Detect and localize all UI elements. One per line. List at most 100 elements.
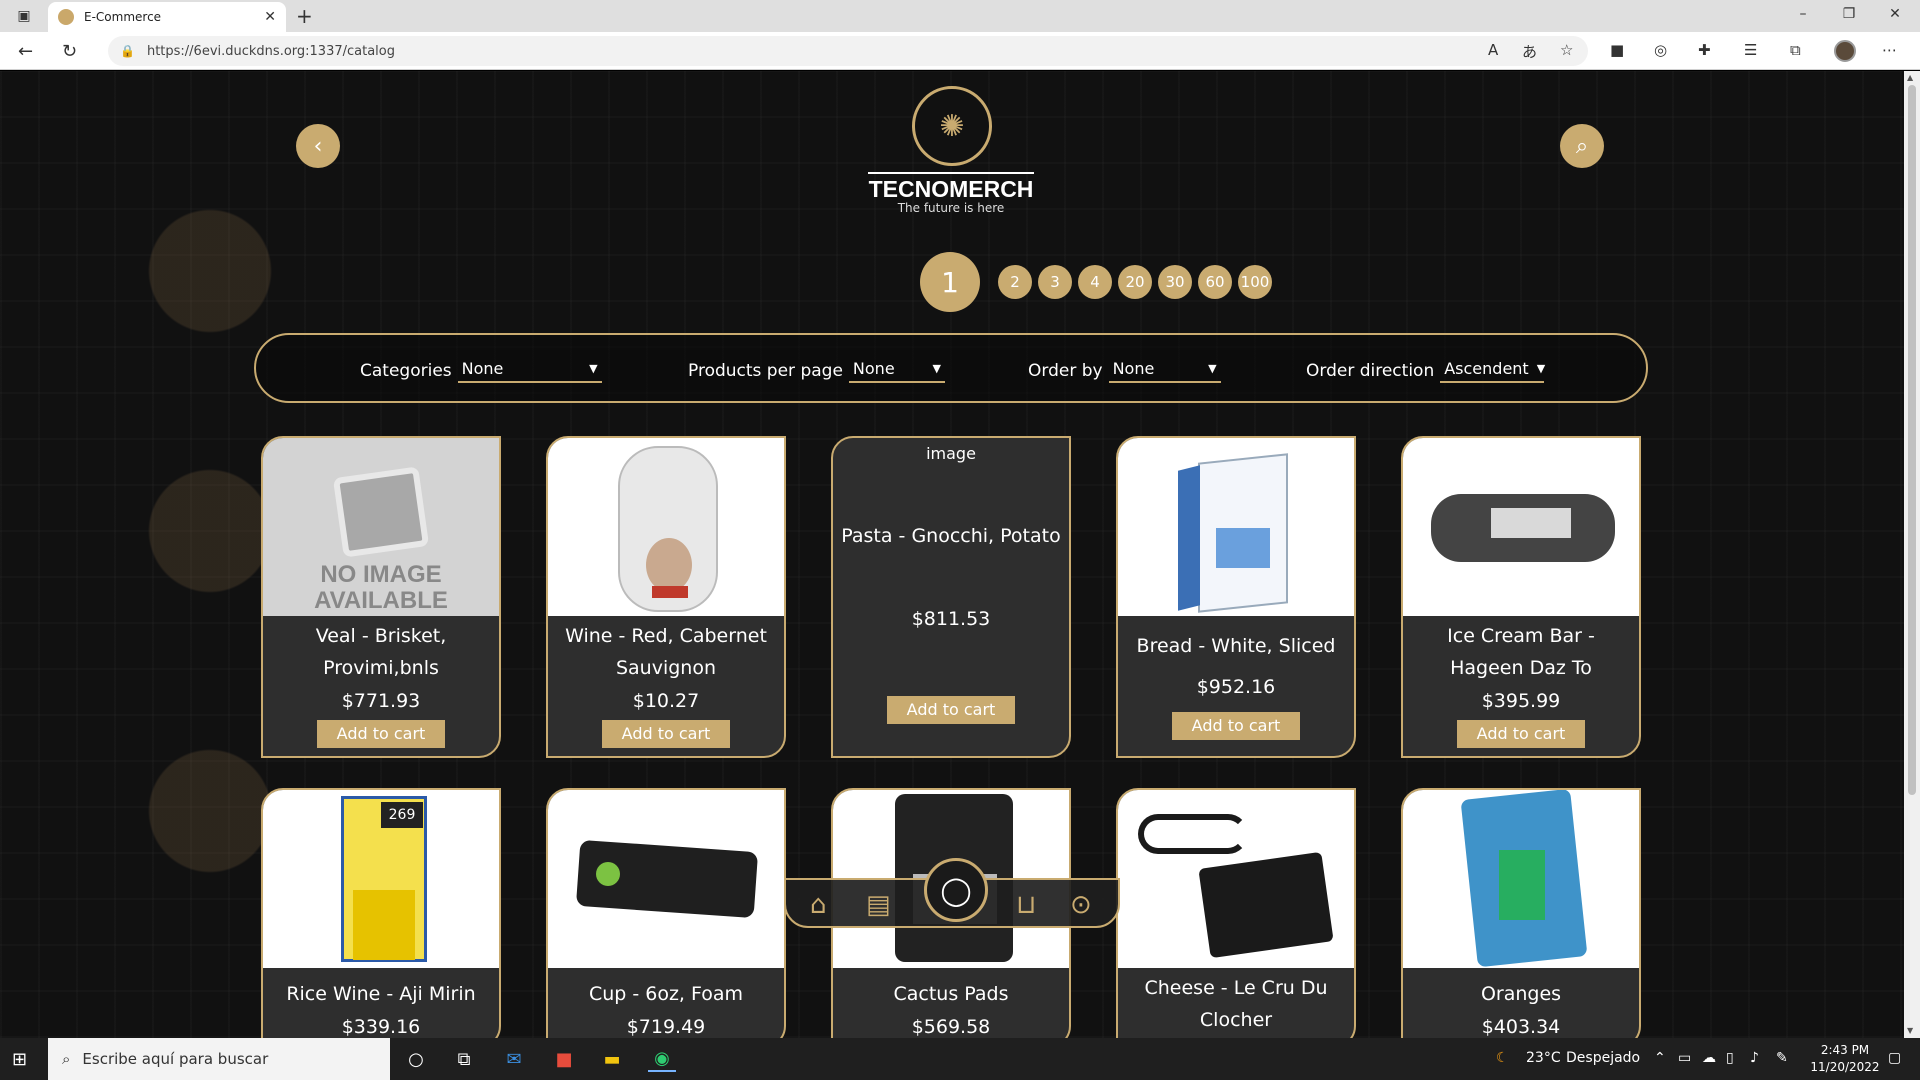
add-to-cart-button[interactable]: Add to cart bbox=[1172, 712, 1300, 740]
address-bar[interactable]: 🔒 https://6evi.duckdns.org:1337/catalog bbox=[108, 36, 1588, 66]
edge-browser-icon[interactable]: ◉ bbox=[648, 1046, 676, 1072]
pen-icon[interactable]: ✎ bbox=[1776, 1050, 1788, 1066]
per-page-select[interactable]: None ▼ bbox=[848, 359, 945, 383]
extensions-puzzle-icon[interactable]: ✚ bbox=[1698, 41, 1711, 59]
refresh-icon[interactable]: ↻ bbox=[62, 41, 77, 62]
minimize-icon[interactable]: – bbox=[1780, 6, 1826, 22]
box-art-icon bbox=[1216, 528, 1270, 568]
scroll-up-icon[interactable]: ▲ bbox=[1907, 73, 1913, 82]
page-button[interactable]: 3 bbox=[1038, 265, 1072, 299]
product-card[interactable]: 269 Rice Wine - Aji Mirin $339.16 bbox=[261, 788, 501, 1038]
product-image bbox=[1118, 438, 1354, 616]
add-to-cart-button[interactable]: Add to cart bbox=[602, 720, 730, 748]
catalog-book-icon[interactable]: ▤ bbox=[866, 890, 891, 920]
per-page-label: Products per page bbox=[688, 361, 843, 381]
order-direction-select[interactable]: Ascendent ▼ bbox=[1440, 359, 1546, 383]
page-button[interactable]: 30 bbox=[1158, 265, 1192, 299]
product-card[interactable]: Wine - Red, Cabernet Sauvignon $10.27 Ad… bbox=[546, 436, 786, 758]
product-card[interactable]: NO IMAGE AVAILABLE Veal - Brisket, Provi… bbox=[261, 436, 501, 758]
brand-tagline: The future is here bbox=[897, 201, 1005, 215]
weather-icon[interactable]: ☾ bbox=[1496, 1050, 1509, 1066]
collections-icon[interactable]: ⧉ bbox=[1790, 41, 1801, 59]
chevron-down-icon: ▼ bbox=[1208, 362, 1217, 375]
filter-bar: Categories None ▼ Products per page None… bbox=[254, 333, 1648, 403]
product-image: image bbox=[833, 438, 1069, 528]
user-profile-icon[interactable]: ◯ bbox=[924, 858, 988, 922]
product-card[interactable]: image Pasta - Gnocchi, Potato $811.53 Ad… bbox=[831, 436, 1071, 758]
product-price: $339.16 bbox=[341, 1016, 421, 1038]
cart-icon[interactable]: ⊔ bbox=[1016, 890, 1036, 920]
windows-start-icon[interactable]: ⊞ bbox=[12, 1049, 27, 1070]
browser-tab[interactable]: E-Commerce ✕ bbox=[48, 2, 286, 32]
taskbar-search[interactable]: ⌕ Escribe aquí para buscar bbox=[48, 1038, 390, 1080]
file-explorer-icon[interactable]: ▬ bbox=[598, 1046, 626, 1072]
product-card[interactable]: Bread - White, Sliced $952.16 Add to car… bbox=[1116, 436, 1356, 758]
product-image: 269 bbox=[263, 790, 499, 968]
order-direction-filter: Order direction Ascendent ▼ bbox=[1306, 359, 1546, 383]
more-options-icon[interactable]: ⊙ bbox=[1070, 890, 1092, 920]
back-arrow-icon[interactable]: ‹ bbox=[296, 124, 340, 168]
add-to-cart-button[interactable]: Add to cart bbox=[1457, 720, 1585, 748]
battery-icon[interactable]: ▯ bbox=[1726, 1050, 1734, 1066]
tray-chevron-icon[interactable]: ⌃ bbox=[1654, 1050, 1666, 1066]
product-image: NO IMAGE AVAILABLE bbox=[263, 438, 499, 616]
office-icon[interactable]: ■ bbox=[550, 1046, 578, 1072]
product-card[interactable]: Cheese - Le Cru Du Clocher bbox=[1116, 788, 1356, 1038]
page-button[interactable]: 60 bbox=[1198, 265, 1232, 299]
product-price: $569.58 bbox=[911, 1016, 991, 1038]
taskbar-search-placeholder: Escribe aquí para buscar bbox=[82, 1050, 269, 1068]
volume-icon[interactable]: ♪ bbox=[1750, 1050, 1759, 1066]
read-aloud-icon[interactable]: A bbox=[1488, 41, 1498, 59]
page-button-current[interactable]: 1 bbox=[920, 252, 980, 312]
page-scrollbar[interactable]: ▲ ▼ bbox=[1904, 71, 1920, 1038]
close-window-icon[interactable]: ✕ bbox=[1872, 6, 1918, 22]
player-screen-icon bbox=[1491, 508, 1571, 538]
extension-icon[interactable]: ■ bbox=[1610, 41, 1624, 59]
tab-actions-icon[interactable]: ▣ bbox=[10, 6, 38, 26]
page-button[interactable]: 2 bbox=[998, 265, 1032, 299]
categories-label: Categories bbox=[360, 361, 452, 381]
product-name: Wine - Red, Cabernet Sauvignon bbox=[565, 625, 767, 679]
product-card[interactable]: Cup - 6oz, Foam $719.49 bbox=[546, 788, 786, 1038]
system-clock[interactable]: 2:43 PM 11/20/2022 bbox=[1810, 1042, 1880, 1076]
page-button[interactable]: 20 bbox=[1118, 265, 1152, 299]
per-page-value: None bbox=[852, 359, 895, 378]
mail-icon[interactable]: ✉ bbox=[500, 1046, 528, 1072]
catalog-page: ‹ ⌕ ✺ TECNOMERCH The future is here 1 2 … bbox=[0, 71, 1904, 1038]
product-card[interactable]: Oranges $403.34 bbox=[1401, 788, 1641, 1038]
order-direction-label: Order direction bbox=[1306, 361, 1435, 381]
face-photo-icon bbox=[646, 538, 692, 592]
scroll-down-icon[interactable]: ▼ bbox=[1907, 1026, 1913, 1035]
product-name: Veal - Brisket, Provimi,bnls bbox=[315, 625, 447, 679]
cortana-icon[interactable]: ○ bbox=[402, 1046, 430, 1072]
add-to-cart-button[interactable]: Add to cart bbox=[887, 696, 1015, 724]
back-icon[interactable]: ← bbox=[18, 41, 33, 62]
categories-select[interactable]: None ▼ bbox=[457, 359, 602, 383]
page-button[interactable]: 100 bbox=[1238, 265, 1272, 299]
network-icon[interactable]: ▭ bbox=[1678, 1050, 1691, 1066]
scrollbar-thumb[interactable] bbox=[1908, 85, 1916, 795]
profile-avatar[interactable] bbox=[1834, 40, 1856, 62]
page-button[interactable]: 4 bbox=[1078, 265, 1112, 299]
order-by-select[interactable]: None ▼ bbox=[1108, 359, 1221, 383]
weather-temp[interactable]: 23°C bbox=[1526, 1050, 1561, 1066]
search-icon[interactable]: ⌕ bbox=[1560, 124, 1604, 168]
new-tab-icon[interactable]: + bbox=[296, 4, 313, 28]
product-card[interactable]: Ice Cream Bar - Hageen Daz To $395.99 Ad… bbox=[1401, 436, 1641, 758]
task-view-icon[interactable]: ⧉ bbox=[450, 1046, 478, 1072]
translate-icon[interactable]: あ bbox=[1522, 41, 1537, 62]
android-logo-icon bbox=[596, 862, 620, 886]
favorite-star-icon[interactable]: ☆ bbox=[1560, 41, 1573, 59]
chevron-down-icon: ▼ bbox=[1536, 362, 1546, 375]
weather-text[interactable]: Despejado bbox=[1566, 1050, 1640, 1066]
restore-icon[interactable]: ❐ bbox=[1826, 6, 1872, 22]
tab-close-icon[interactable]: ✕ bbox=[264, 9, 276, 25]
home-icon[interactable]: ⌂ bbox=[810, 890, 827, 920]
more-menu-icon[interactable]: ⋯ bbox=[1882, 41, 1897, 59]
favorites-icon[interactable]: ☰ bbox=[1744, 41, 1757, 59]
product-price: $395.99 bbox=[1481, 690, 1561, 712]
extension-2-icon[interactable]: ◎ bbox=[1654, 41, 1667, 59]
add-to-cart-button[interactable]: Add to cart bbox=[317, 720, 445, 748]
onedrive-icon[interactable]: ☁ bbox=[1702, 1050, 1716, 1066]
notifications-icon[interactable]: ▢ bbox=[1888, 1050, 1901, 1066]
